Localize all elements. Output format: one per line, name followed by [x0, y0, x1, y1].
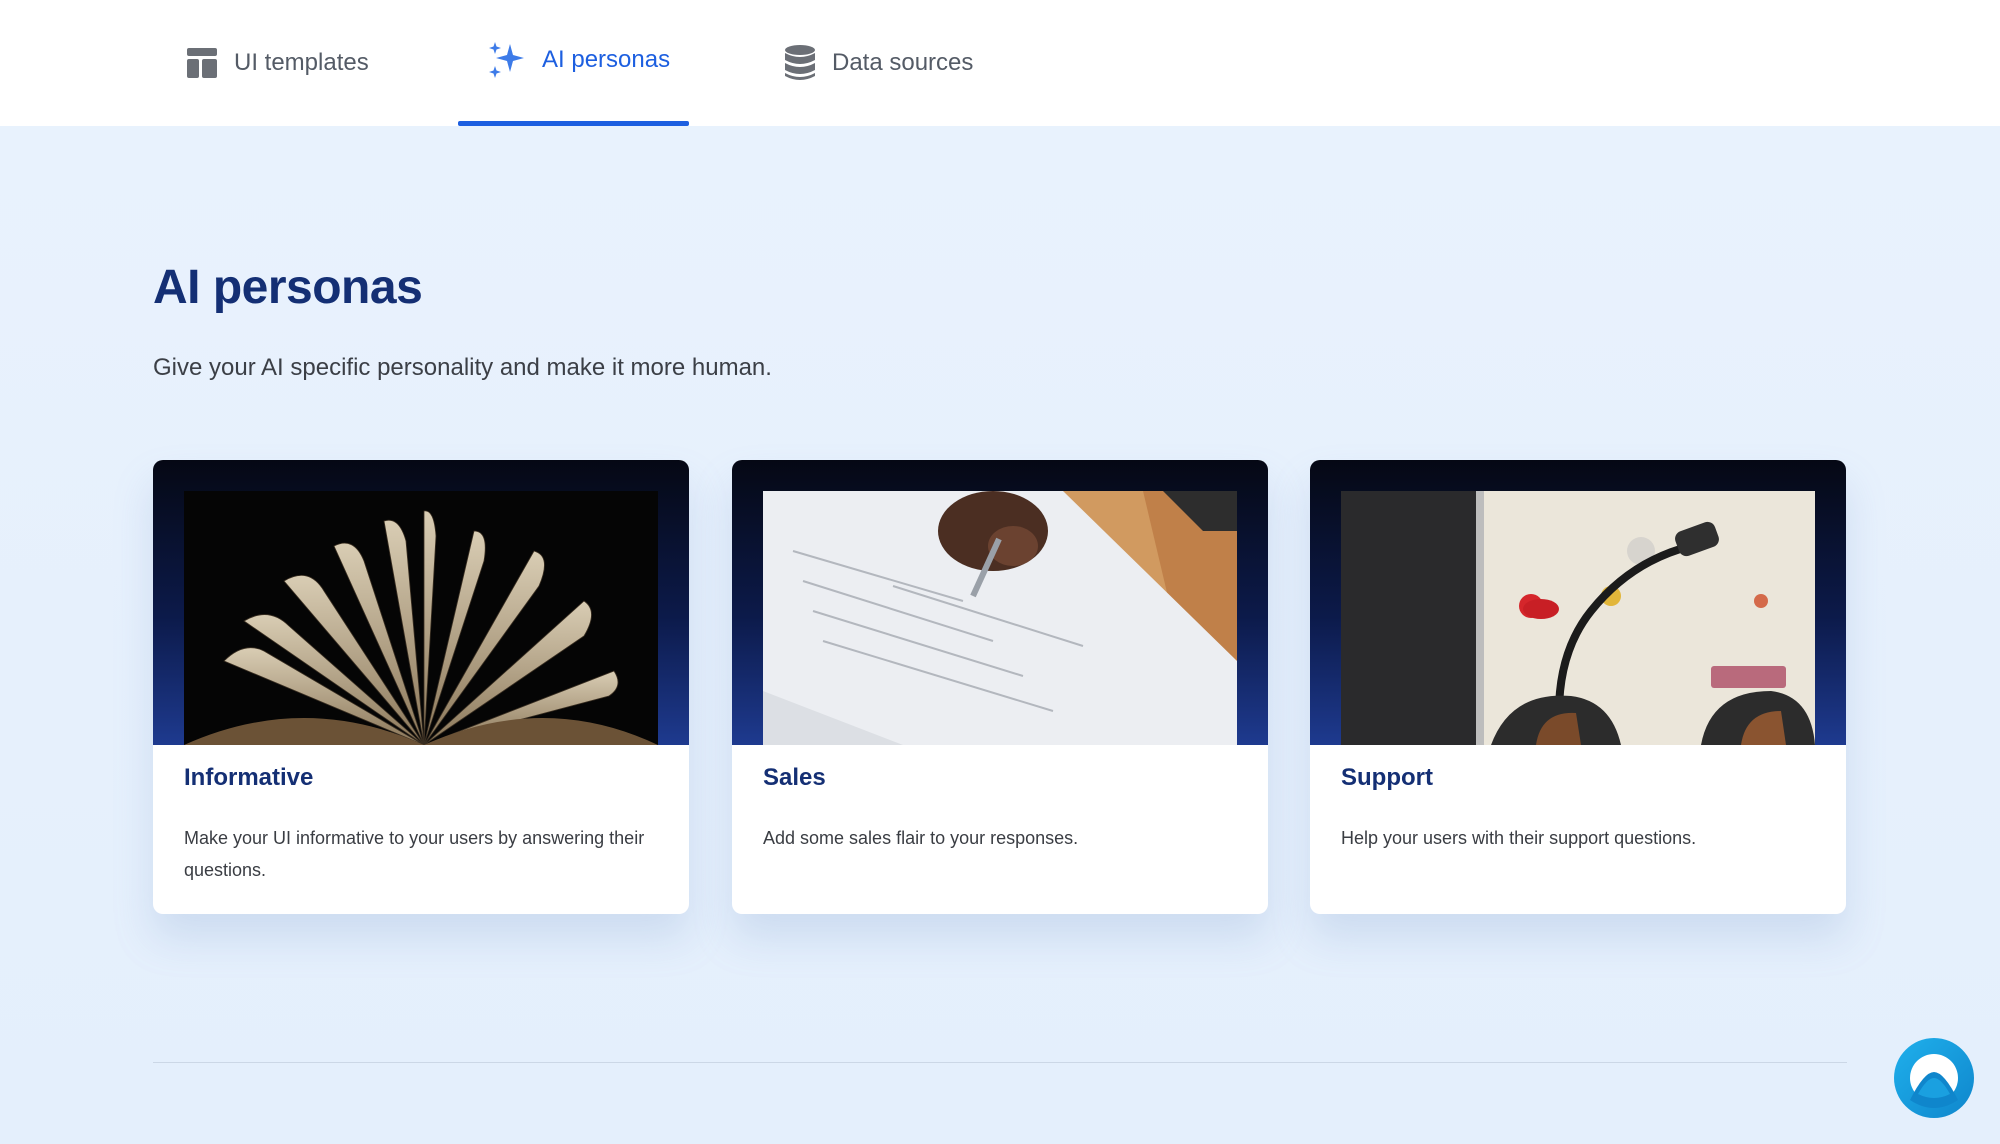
tab-ui-templates-label: UI templates [234, 49, 369, 76]
card-media [732, 460, 1268, 745]
card-title: Support [1341, 764, 1433, 791]
card-media [1310, 460, 1846, 745]
tab-bar: UI templates AI personas Data sources [0, 0, 2000, 126]
persona-card-sales[interactable]: Sales Add some sales flair to your respo… [732, 460, 1268, 914]
persona-card-informative[interactable]: Informative Make your UI informative to … [153, 460, 689, 914]
card-media [153, 460, 689, 745]
section-divider [153, 1062, 1847, 1063]
headset-photo [1341, 491, 1815, 745]
database-icon [785, 45, 815, 80]
card-title: Sales [763, 764, 826, 791]
page-subtitle: Give your AI specific personality and ma… [153, 354, 772, 381]
tab-data-sources-label: Data sources [832, 49, 974, 76]
card-description: Make your UI informative to your users b… [184, 828, 645, 880]
card-description: Help your users with their support quest… [1341, 828, 1697, 848]
persona-card-support[interactable]: Support Help your users with their suppo… [1310, 460, 1846, 914]
page-title: AI personas [153, 261, 423, 314]
tab-data-sources[interactable]: Data sources [784, 0, 973, 126]
tab-ai-personas-label: AI personas [542, 46, 671, 73]
sparkles-icon [489, 42, 524, 78]
open-book-photo [184, 491, 658, 745]
tab-ai-personas[interactable]: AI personas [458, 0, 689, 126]
card-title: Informative [184, 764, 314, 791]
chat-logo-icon [1894, 1038, 1974, 1118]
tab-ui-templates[interactable]: UI templates [186, 0, 369, 126]
card-description: Add some sales flair to your responses. [763, 828, 1079, 848]
layout-template-icon [187, 48, 217, 78]
signing-document-photo [763, 491, 1237, 745]
chat-widget-button[interactable] [1894, 1038, 1974, 1118]
